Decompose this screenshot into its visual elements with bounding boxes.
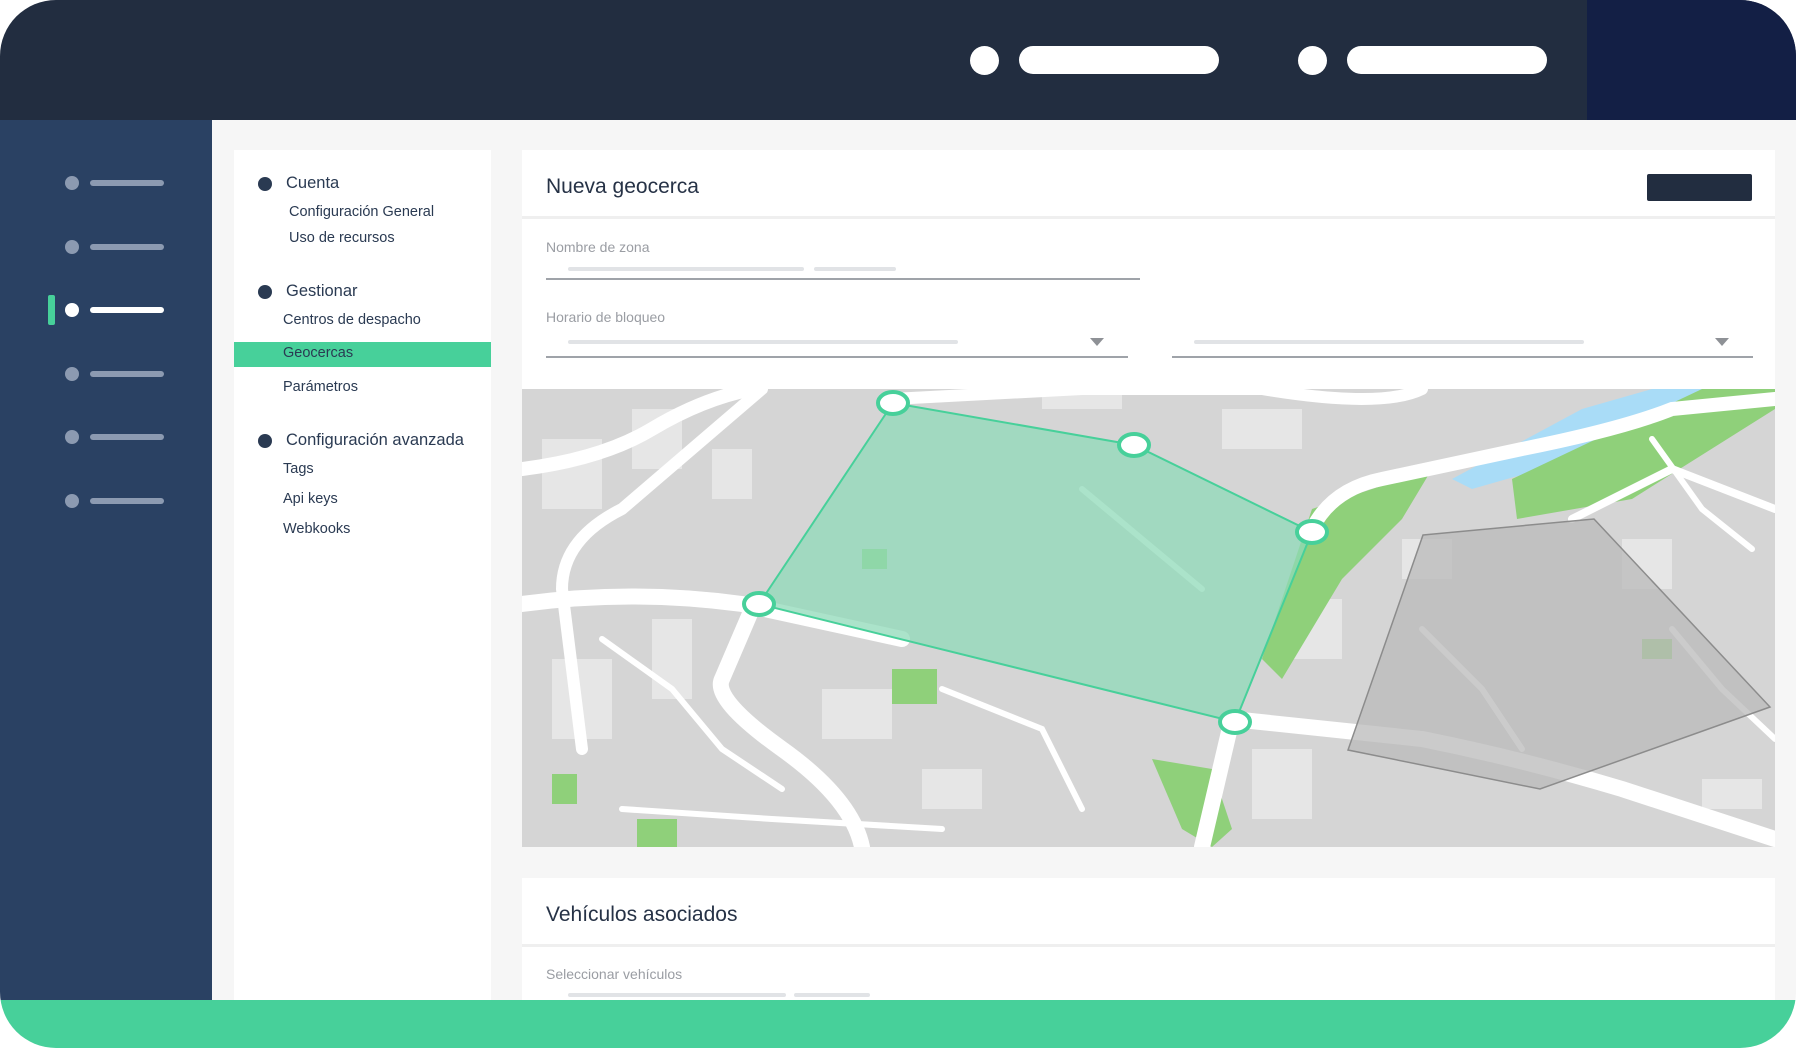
nav-active-highlight — [234, 342, 491, 367]
rail-label-placeholder — [90, 307, 164, 313]
rail-active-indicator — [48, 295, 55, 325]
rail-item-4[interactable] — [48, 359, 178, 389]
rail-dot-icon — [65, 494, 79, 508]
rail-item-3-active[interactable] — [48, 295, 178, 325]
top-bar-avatar-icon[interactable] — [970, 46, 999, 75]
map-canvas[interactable] — [522, 389, 1775, 847]
select-underline — [1172, 356, 1753, 358]
chevron-down-icon — [1715, 338, 1729, 346]
rail-label-placeholder — [90, 498, 164, 504]
rail-item-1[interactable] — [48, 168, 178, 198]
select-vehicles-label: Seleccionar vehículos — [546, 966, 683, 982]
section-bullet-icon — [258, 177, 272, 191]
rail-item-5[interactable] — [48, 422, 178, 452]
nav-item-centros-de-despacho[interactable]: Centros de despacho — [283, 312, 421, 328]
vertex-handle-icon[interactable] — [876, 390, 910, 416]
card-divider — [522, 944, 1775, 947]
nav-item-parametros[interactable]: Parámetros — [283, 379, 358, 395]
settings-nav: Cuenta Configuración General Uso de recu… — [234, 150, 491, 1000]
section-bullet-icon — [258, 434, 272, 448]
nav-section-title: Configuración avanzada — [286, 431, 464, 449]
nav-item-api-keys[interactable]: Api keys — [283, 491, 338, 507]
schedule-end-select[interactable] — [1172, 336, 1753, 366]
vertex-handle-icon[interactable] — [1218, 709, 1252, 735]
input-underline — [546, 278, 1140, 280]
rail-item-2[interactable] — [48, 232, 178, 262]
zone-name-label: Nombre de zona — [546, 239, 650, 255]
top-bar-user-placeholder[interactable] — [1347, 46, 1547, 74]
nav-item-webkooks[interactable]: Webkooks — [283, 521, 350, 537]
rail-label-placeholder — [90, 180, 164, 186]
select-value-placeholder — [1194, 340, 1584, 344]
nav-item-tags[interactable]: Tags — [283, 461, 314, 477]
card-divider — [522, 216, 1775, 219]
save-button[interactable] — [1647, 174, 1752, 201]
nav-item-geocercas[interactable]: Geocercas — [283, 345, 353, 361]
top-bar-corner — [1587, 0, 1796, 120]
schedule-start-select[interactable] — [546, 336, 1128, 366]
vertex-handle-icon[interactable] — [742, 591, 776, 617]
top-bar-user-icon[interactable] — [1298, 46, 1327, 75]
rail-label-placeholder — [90, 434, 164, 440]
vehicles-card: Vehículos asociados Seleccionar vehículo… — [522, 878, 1775, 1000]
geofence-map[interactable] — [522, 389, 1775, 847]
geofence-form-card: Nueva geocerca Nombre de zona Horario de… — [522, 150, 1775, 389]
page-title: Nueva geocerca — [546, 175, 699, 198]
rail-label-placeholder — [90, 371, 164, 377]
section-bullet-icon — [258, 285, 272, 299]
nav-item-configuracion-general[interactable]: Configuración General — [289, 204, 434, 220]
zone-name-input[interactable] — [546, 262, 1140, 292]
top-bar — [0, 0, 1796, 120]
rail-dot-icon — [65, 367, 79, 381]
rail-dot-icon — [65, 430, 79, 444]
input-value-placeholder — [814, 267, 896, 271]
nav-section-title: Gestionar — [286, 282, 358, 300]
rail-label-placeholder — [90, 244, 164, 250]
select-vehicles-input[interactable] — [546, 990, 1140, 1000]
rail-dot-icon — [65, 303, 79, 317]
input-value-placeholder — [568, 993, 786, 997]
rail-item-6[interactable] — [48, 486, 178, 516]
rail-dot-icon — [65, 176, 79, 190]
input-value-placeholder — [794, 993, 870, 997]
nav-section-title: Cuenta — [286, 174, 340, 192]
input-value-placeholder — [568, 267, 804, 271]
select-value-placeholder — [568, 340, 958, 344]
rail-dot-icon — [65, 240, 79, 254]
top-bar-menu-placeholder[interactable] — [1019, 46, 1219, 74]
nav-item-uso-de-recursos[interactable]: Uso de recursos — [289, 230, 395, 246]
bottom-accent-bar — [0, 1000, 1796, 1048]
schedule-label: Horario de bloqueo — [546, 309, 666, 325]
app-window: Cuenta Configuración General Uso de recu… — [0, 0, 1796, 1048]
chevron-down-icon — [1090, 338, 1104, 346]
vertex-handle-icon[interactable] — [1295, 519, 1329, 545]
vehicles-title: Vehículos asociados — [546, 903, 738, 926]
select-underline — [546, 356, 1128, 358]
vertex-handle-icon[interactable] — [1117, 432, 1151, 458]
sidebar-rail — [0, 120, 212, 1000]
